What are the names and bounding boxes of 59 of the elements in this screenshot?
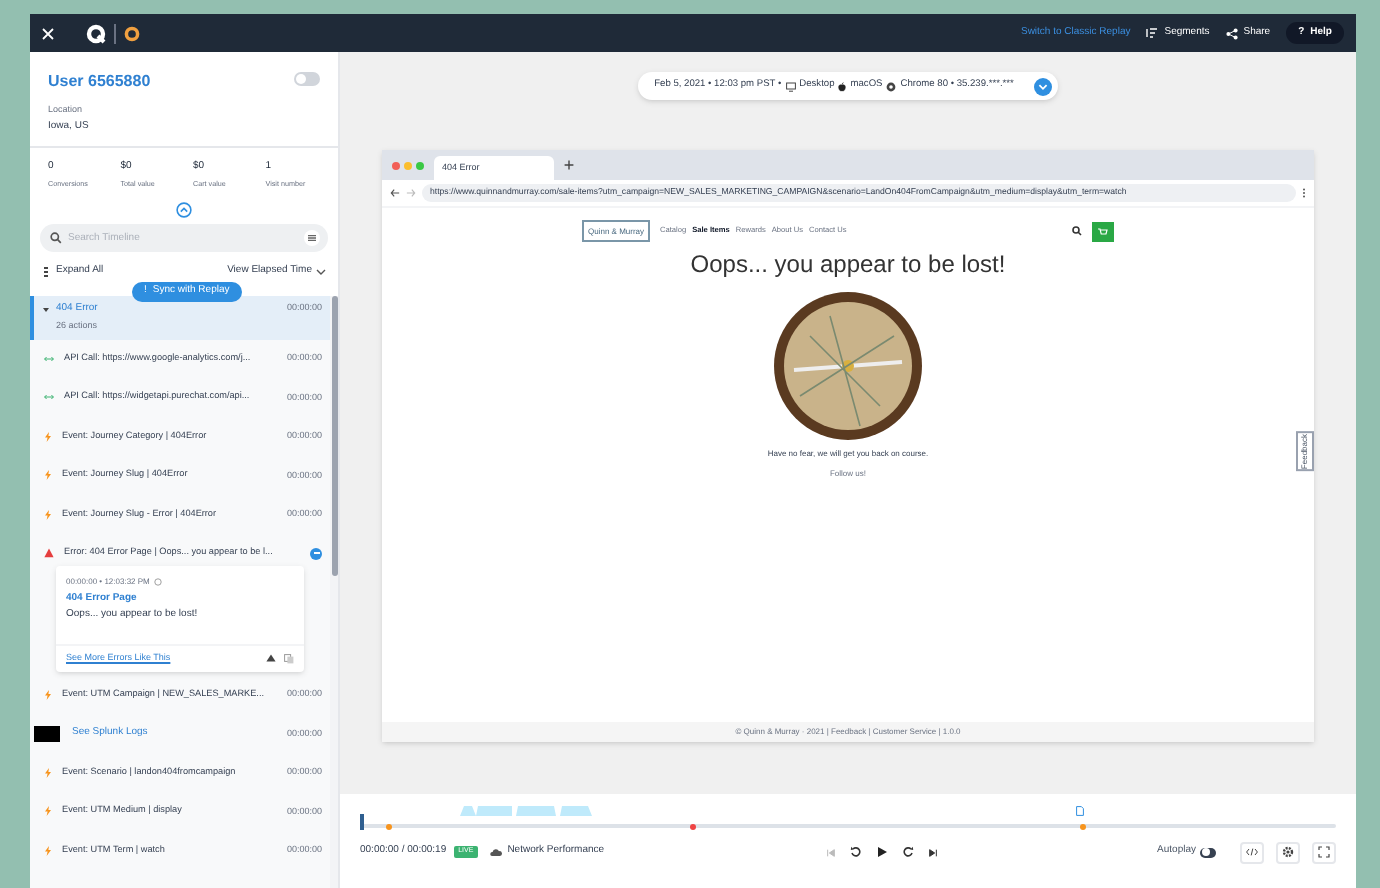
lightning-icon: [44, 470, 52, 481]
activity-bars-drawing: [460, 806, 594, 816]
search-icon: [50, 232, 62, 245]
lightning-icon: [44, 767, 52, 778]
collapse-icon[interactable]: [176, 202, 192, 219]
page-icon: [1076, 806, 1084, 816]
search-icon[interactable]: [1072, 226, 1082, 236]
lightning-icon: [44, 845, 52, 856]
splunk-logo: [34, 725, 60, 742]
expand-icon: [42, 265, 50, 278]
skip-back-icon[interactable]: [825, 847, 836, 857]
lightning-icon: [44, 509, 52, 520]
apple-icon: [838, 81, 847, 91]
chevron-down-icon[interactable]: [1033, 77, 1052, 95]
event-marker: [1080, 823, 1086, 829]
playhead-handle[interactable]: [360, 814, 364, 830]
filter-icon[interactable]: [304, 230, 320, 247]
warning-icon[interactable]: [266, 654, 276, 663]
fullscreen-icon: [1318, 846, 1330, 858]
lightning-icon: [44, 806, 52, 817]
scrollbar-thumb[interactable]: [331, 295, 337, 576]
copy-icon[interactable]: [284, 653, 294, 664]
browser-logo-icon: [886, 81, 897, 91]
api-arrows-icon: [44, 355, 54, 362]
segments-icon: [1146, 28, 1159, 38]
cart-icon: [1098, 227, 1108, 235]
info-icon: [153, 577, 162, 586]
autoplay-toggle[interactable]: [1200, 847, 1216, 857]
page-heading: Oops... you appear to be lost!: [690, 248, 1006, 282]
cart-button[interactable]: [1092, 221, 1114, 241]
chevron-down-icon: [316, 267, 326, 276]
skip-forward-icon[interactable]: [927, 847, 938, 857]
back-arrow-icon[interactable]: [390, 188, 400, 198]
logo-icon: [124, 25, 140, 41]
collapse-button[interactable]: [310, 547, 322, 560]
warning-icon: [44, 548, 54, 559]
rewind-icon[interactable]: [849, 846, 862, 858]
code-icon: [1246, 848, 1258, 856]
settings-icon: [1282, 846, 1294, 858]
settings-button[interactable]: [1276, 841, 1300, 863]
logo-icon: [86, 23, 106, 43]
close-icon[interactable]: [42, 27, 54, 39]
user-toggle[interactable]: [294, 72, 320, 86]
event-marker: [386, 823, 392, 829]
monitor-icon: [785, 81, 796, 91]
cloud-icon: [489, 848, 502, 856]
lightning-icon: [44, 689, 52, 700]
user-name: User 6565880: [48, 70, 151, 94]
fullscreen-button[interactable]: [1312, 841, 1336, 863]
play-icon[interactable]: [875, 846, 888, 858]
plus-icon[interactable]: [564, 160, 574, 170]
timeline-track[interactable]: [360, 824, 1336, 828]
error-marker: [690, 823, 696, 829]
code-button[interactable]: [1240, 841, 1264, 863]
api-arrows-icon: [44, 394, 54, 401]
share-icon: [1225, 27, 1238, 39]
lightning-icon: [44, 431, 52, 442]
forward-arrow-icon[interactable]: [406, 188, 416, 198]
forward-icon[interactable]: [901, 846, 914, 858]
